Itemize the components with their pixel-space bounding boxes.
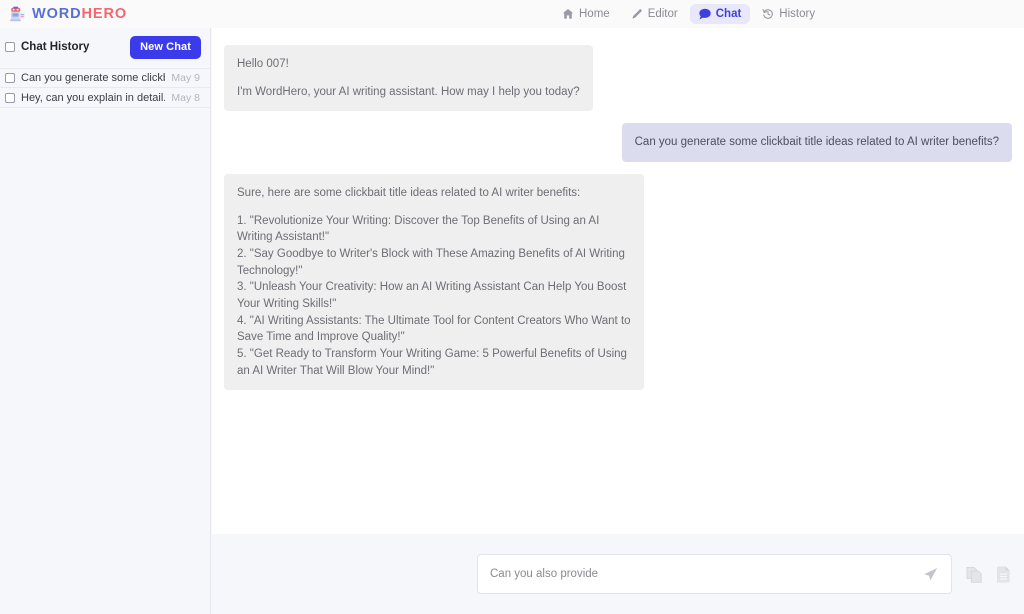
message-input[interactable] <box>490 568 920 580</box>
copy-pages-icon[interactable] <box>965 564 984 585</box>
brand-word: WORD <box>32 5 82 22</box>
bot-message-line: Hello 007! <box>237 58 289 70</box>
chat-history-item[interactable]: Hey, can you explain in detail... May 8 <box>0 88 210 108</box>
sidebar-title-group: Chat History <box>5 41 89 53</box>
wordhero-mascot-icon <box>9 6 27 23</box>
chat-main-area: Hello 007! I'm WordHero, your AI writing… <box>212 28 1024 614</box>
clickbait-title-item: 1. "Revolutionize Your Writing: Discover… <box>237 214 600 244</box>
nav-item-chat[interactable]: Chat <box>689 4 751 24</box>
composer-area <box>212 534 1024 614</box>
brand-text: WORDHERO <box>32 7 127 22</box>
new-chat-button[interactable]: New Chat <box>130 35 201 59</box>
bot-message-bubble: Sure, here are some clickbait title idea… <box>224 174 644 391</box>
chat-history-list: Can you generate some clickbait... May 9… <box>0 66 210 108</box>
chat-message-scroll[interactable]: Hello 007! I'm WordHero, your AI writing… <box>212 28 1024 534</box>
send-paper-plane-icon[interactable] <box>921 565 939 583</box>
clickbait-title-list: 1. "Revolutionize Your Writing: Discover… <box>237 213 631 380</box>
clickbait-title-item: 2. "Say Goodbye to Writer's Block with T… <box>237 248 625 277</box>
nav-item-history[interactable]: History <box>753 4 824 24</box>
top-header-bar: WORDHERO Home Editor Chat History <box>0 0 1024 28</box>
nav-label-history: History <box>779 8 816 20</box>
chat-item-checkbox[interactable] <box>5 73 15 83</box>
chat-item-label: Hey, can you explain in detail... <box>21 91 166 104</box>
nav-item-editor[interactable]: Editor <box>622 4 687 24</box>
sidebar-header: Chat History New Chat <box>0 28 210 66</box>
message-row: Sure, here are some clickbait title idea… <box>224 174 1012 391</box>
chat-item-checkbox[interactable] <box>5 92 15 103</box>
document-lines-icon[interactable] <box>994 564 1013 585</box>
brand-hero: HERO <box>81 5 128 22</box>
clickbait-title-item: 4. "AI Writing Assistants: The Ultimate … <box>237 314 631 344</box>
home-icon <box>562 8 574 20</box>
message-row: Can you generate some clickbait title id… <box>224 123 1012 163</box>
nav-label-chat: Chat <box>715 8 742 20</box>
clickbait-title-item: 3. "Unleash Your Creativity: How an AI W… <box>237 281 627 311</box>
brand-logo[interactable]: WORDHERO <box>0 6 202 23</box>
bot-message-line: Sure, here are some clickbait title idea… <box>237 187 581 200</box>
chat-item-date: May 8 <box>171 91 200 104</box>
user-message-line: Can you generate some clickbait title id… <box>634 136 999 149</box>
pencil-icon <box>631 8 643 20</box>
chat-item-date: May 9 <box>171 72 200 84</box>
user-message-bubble: Can you generate some clickbait title id… <box>621 123 1012 163</box>
nav-item-home[interactable]: Home <box>553 4 619 24</box>
top-navigation: Home Editor Chat History <box>553 0 824 28</box>
clickbait-title-item: 5. "Get Ready to Transform Your Writing … <box>237 348 627 377</box>
chat-history-item[interactable]: Can you generate some clickbait... May 9 <box>0 68 210 88</box>
composer-side-actions <box>965 564 1013 585</box>
bot-message-line: I'm WordHero, your AI writing assistant.… <box>237 85 580 98</box>
message-input-wrapper[interactable] <box>477 554 952 594</box>
chat-bubble-icon <box>699 8 711 20</box>
bot-message-bubble: Hello 007! I'm WordHero, your AI writing… <box>224 45 593 112</box>
history-clock-icon <box>762 8 774 20</box>
nav-label-home: Home <box>579 8 610 20</box>
chat-history-sidebar: Chat History New Chat Can you generate s… <box>0 28 211 614</box>
select-all-chats-checkbox[interactable] <box>5 42 15 52</box>
message-row: Hello 007! I'm WordHero, your AI writing… <box>224 45 1012 112</box>
nav-label-editor: Editor <box>647 8 678 20</box>
chat-item-label: Can you generate some clickbait... <box>21 72 165 84</box>
sidebar-title: Chat History <box>21 41 90 53</box>
